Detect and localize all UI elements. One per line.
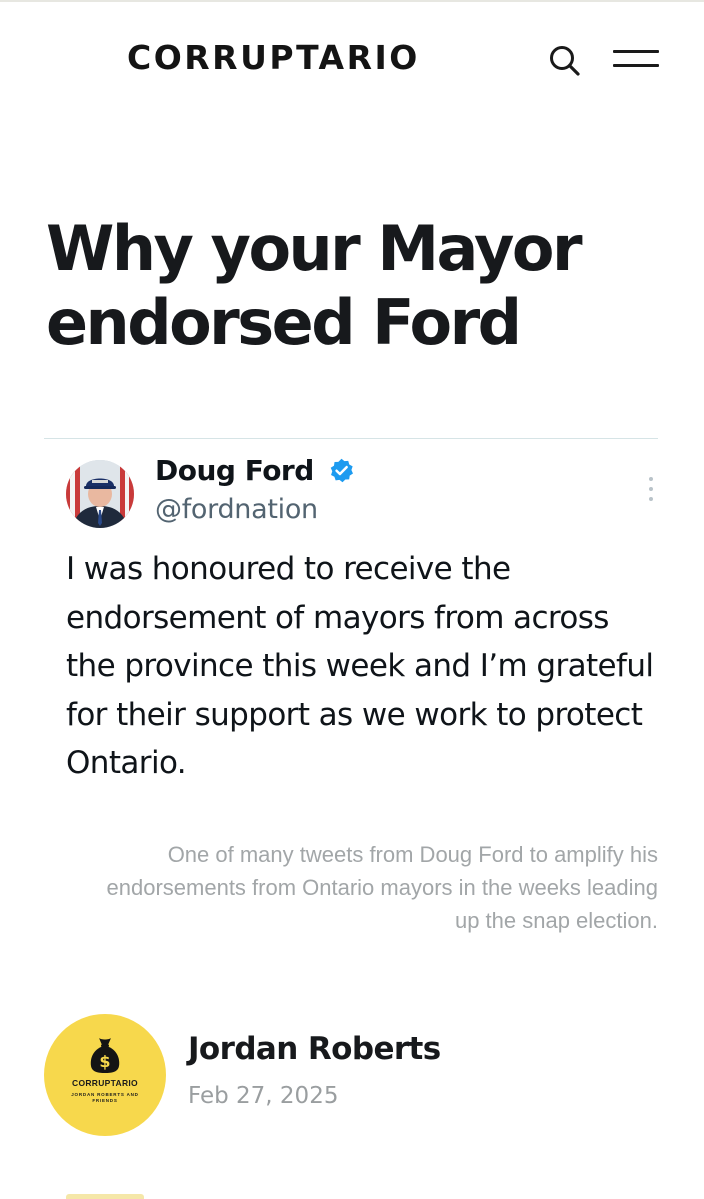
next-section-peek — [66, 1194, 144, 1199]
hamburger-menu-icon — [613, 50, 659, 53]
tweet-author-avatar[interactable] — [66, 460, 134, 528]
divider — [44, 438, 658, 439]
publish-date: Feb 27, 2025 — [188, 1083, 339, 1109]
tweet-author-name[interactable]: Doug Ford — [155, 453, 314, 489]
author-avatar[interactable]: $ CORRUPTARIO JORDAN ROBERTS AND FRIENDS — [44, 1014, 166, 1136]
site-logo[interactable]: CORRUPTARIO — [127, 38, 420, 78]
profile-photo — [66, 460, 134, 528]
svg-text:$: $ — [99, 1052, 110, 1071]
search-button[interactable] — [546, 42, 584, 80]
embedded-tweet[interactable]: Doug Ford @fordnation I was honoured to … — [44, 440, 658, 800]
tweet-text: I was honoured to receive the endorsemen… — [66, 551, 654, 781]
article-title: Why your Mayor endorsed Ford — [46, 212, 583, 359]
menu-button[interactable] — [611, 44, 661, 74]
author-avatar-subtext: JORDAN ROBERTS AND FRIENDS — [71, 1092, 139, 1103]
verified-badge-icon — [328, 457, 355, 484]
search-icon — [550, 46, 580, 76]
author-avatar-brand: CORRUPTARIO — [72, 1078, 138, 1088]
image-caption: One of many tweets from Doug Ford to amp… — [106, 842, 658, 933]
author-name[interactable]: Jordan Roberts — [188, 1030, 441, 1068]
more-options-icon[interactable] — [642, 475, 660, 503]
site-header: CORRUPTARIO — [0, 0, 704, 118]
tweet-author-handle[interactable]: @fordnation — [155, 493, 318, 527]
money-bag-icon: $ — [90, 1038, 120, 1073]
